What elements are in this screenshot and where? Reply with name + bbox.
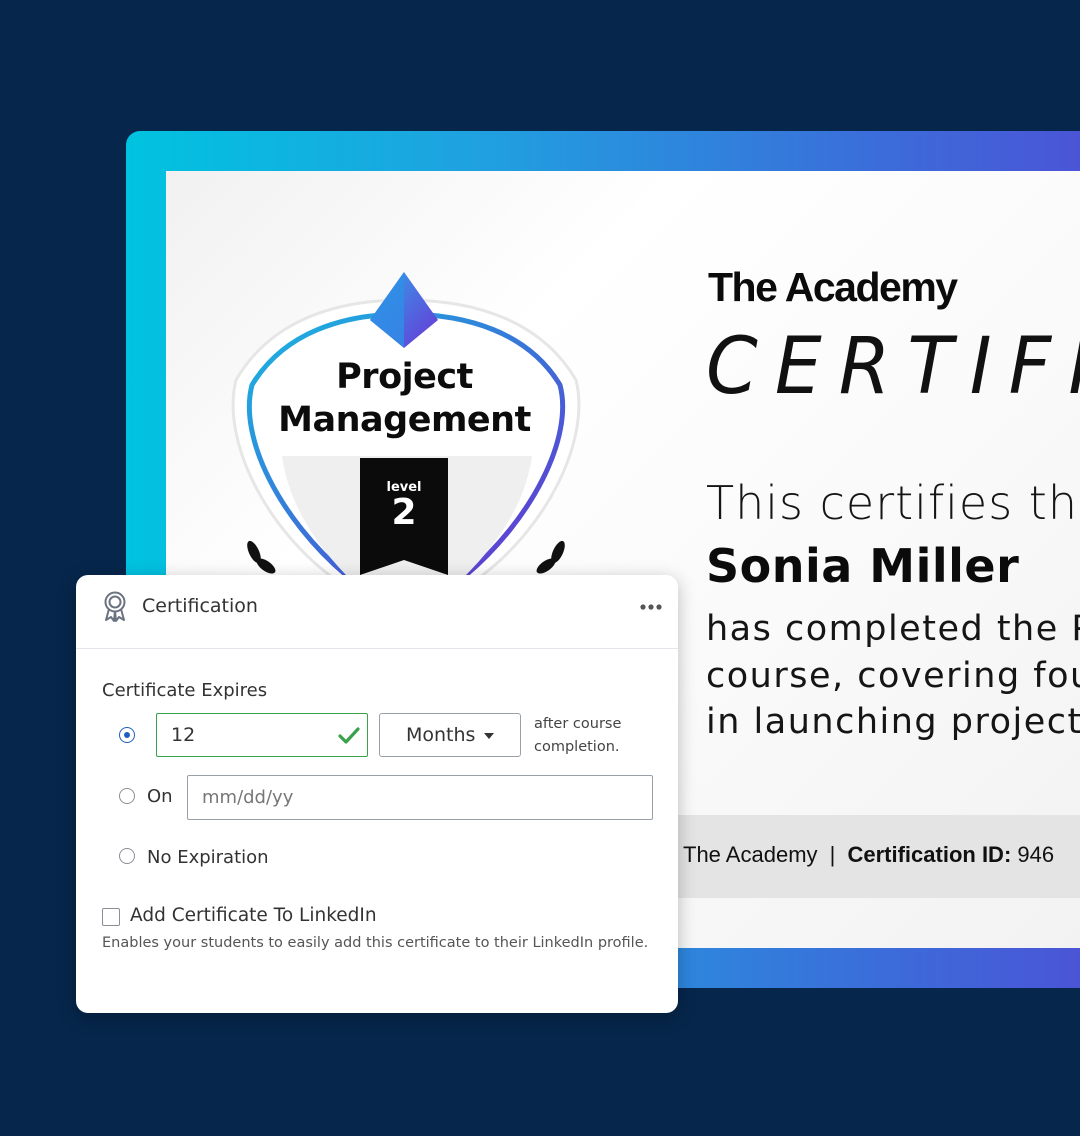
footer-id-label: Certification ID: — [847, 842, 1012, 867]
linkedin-checkbox[interactable] — [102, 908, 120, 926]
duration-value-input[interactable]: 12 — [156, 713, 368, 757]
no-expiration-radio[interactable] — [119, 848, 135, 864]
recipient-name: Sonia Miller — [706, 539, 1020, 593]
on-date-label: On — [147, 786, 173, 807]
duration-suffix: after course completion. — [534, 716, 622, 755]
footer-org: The Academy — [683, 842, 818, 867]
certificate-heading: CERTIFI — [706, 322, 1080, 412]
linkedin-help-text: Enables your students to easily add this… — [102, 935, 649, 951]
linkedin-label: Add Certificate To LinkedIn — [130, 905, 377, 926]
certifies-text: This certifies that — [706, 476, 1080, 530]
certificate-footer-text: The Academy | Certification ID: 946 — [683, 842, 1080, 868]
badge-title: Project Management — [232, 356, 577, 442]
expiration-date-input[interactable]: mm/dd/yy — [187, 775, 653, 820]
award-ribbon-icon — [104, 591, 126, 622]
badge-title-line: Project — [336, 357, 473, 397]
badge-level-number: 2 — [391, 492, 417, 533]
certification-panel: Certification Certificate Expires 12 Mon… — [76, 575, 678, 1013]
footer-separator: | — [829, 842, 836, 867]
certificate-expires-label: Certificate Expires — [102, 680, 268, 701]
no-expiration-label: No Expiration — [147, 847, 269, 868]
badge-title-line: Management — [278, 400, 531, 440]
chevron-down-icon — [484, 733, 494, 739]
panel-title: Certification — [142, 595, 258, 617]
check-icon — [338, 727, 360, 744]
footer-id-value: 946 — [1017, 842, 1055, 867]
completion-line: has completed the Pro — [706, 609, 1080, 649]
more-horizontal-icon[interactable] — [639, 601, 663, 613]
duration-unit-select[interactable]: Months — [379, 713, 521, 757]
panel-header: Certification — [76, 575, 678, 649]
completion-line: course, covering foun — [706, 655, 1080, 696]
academy-title: The Academy — [708, 264, 958, 310]
completion-line: in launching projects. — [706, 702, 1080, 742]
completion-text: has completed the Pro course, covering f… — [706, 606, 1080, 746]
duration-radio[interactable] — [119, 727, 135, 743]
on-date-radio[interactable] — [119, 788, 135, 804]
